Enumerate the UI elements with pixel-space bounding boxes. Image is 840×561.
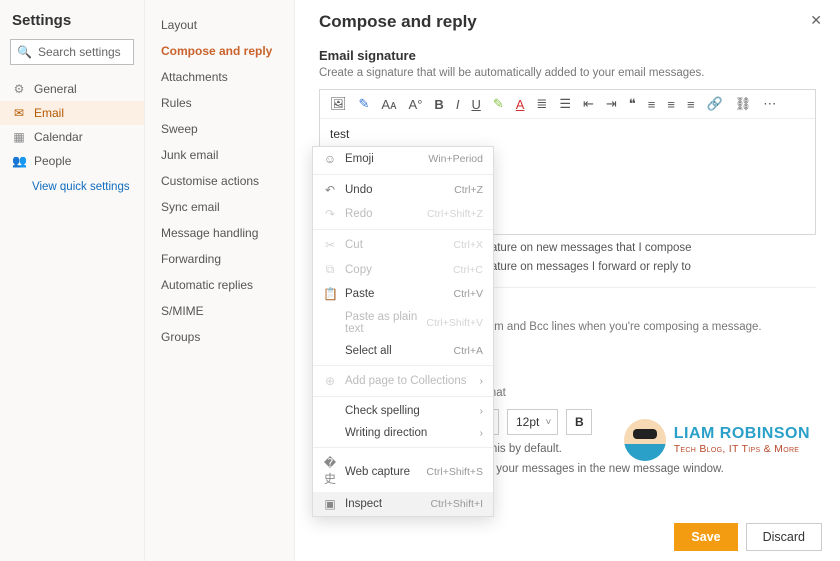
view-quick-settings-link[interactable]: View quick settings [0,173,144,193]
search-placeholder: Search settings [38,45,121,59]
subnav-sync-email[interactable]: Sync email [145,194,294,220]
more-icon[interactable]: ⋯ [763,96,776,112]
ctx-redo: ↷RedoCtrl+Shift+Z [313,202,493,226]
subnav-message-handling[interactable]: Message handling [145,220,294,246]
ctx-emoji[interactable]: ☺EmojiWin+Period [313,147,493,171]
email-icon: ✉ [12,106,26,120]
subnav-s/mime[interactable]: S/MIME [145,298,294,324]
nav-item-people[interactable]: 👥People [0,149,144,173]
ctx-undo[interactable]: ↶UndoCtrl+Z [313,178,493,202]
nav-item-email[interactable]: ✉Email [0,101,144,125]
bold-toggle[interactable]: B [566,409,592,435]
ctx-add-page-to-collections: ⊕Add page to Collections› [313,369,493,393]
ctx-web-capture[interactable]: �史Web captureCtrl+Shift+S [313,451,493,492]
subnav-compose-and-reply[interactable]: Compose and reply [145,38,294,64]
search-icon: 🔍 [17,45,32,59]
logo-name: LIAM ROBINSON [674,425,810,443]
discard-button[interactable]: Discard [746,523,822,551]
subnav-sweep[interactable]: Sweep [145,116,294,142]
numbering-icon[interactable]: ☰ [559,96,571,112]
signature-desc: Create a signature that will be automati… [319,67,816,79]
bold-icon[interactable]: B [434,97,443,112]
unlink-icon[interactable]: ⛓ [735,96,752,112]
pane-title: Compose and reply [319,12,816,32]
font-size-icon[interactable]: A° [409,97,423,112]
italic-icon[interactable]: I [456,97,460,112]
save-button[interactable]: Save [674,523,737,551]
ctx-check-spelling[interactable]: Check spelling› [313,400,493,422]
watermark-logo: LIAM ROBINSON Tech Blog, IT Tips & More [624,419,810,461]
subnav-groups[interactable]: Groups [145,324,294,350]
underline-icon[interactable]: U [471,97,480,112]
context-menu: ☺EmojiWin+Period ↶UndoCtrl+Z↷RedoCtrl+Shi… [312,146,494,517]
bullets-icon[interactable]: ≣ [536,96,547,112]
align-right-icon[interactable]: ≡ [687,97,695,112]
ctx-select-all[interactable]: Select allCtrl+A [313,340,493,362]
subnav-customise-actions[interactable]: Customise actions [145,168,294,194]
nav-item-general[interactable]: ⚙General [0,77,144,101]
chevron-right-icon: › [480,428,483,439]
ctx-cut: ✂CutCtrl+X [313,233,493,257]
font-size-select[interactable]: 12pt [507,409,558,435]
subnav-junk-email[interactable]: Junk email [145,142,294,168]
ctx-paste[interactable]: 📋PasteCtrl+V [313,282,493,306]
logo-tagline: Tech Blog, IT Tips & More [674,443,810,455]
format-painter-icon[interactable]: ✎ [359,96,370,112]
ctx-copy: ⧉CopyCtrl+C [313,257,493,282]
ctx-inspect[interactable]: ▣InspectCtrl+Shift+I [313,492,493,516]
calendar-icon: ▦ [12,130,26,144]
ctx-paste-as-plain-text: Paste as plain textCtrl+Shift+V [313,306,493,340]
subnav-attachments[interactable]: Attachments [145,64,294,90]
subnav-automatic-replies[interactable]: Automatic replies [145,272,294,298]
insert-image-icon[interactable]: 🖼 [330,96,347,112]
align-left-icon[interactable]: ≡ [648,97,656,112]
signature-heading: Email signature [319,48,816,63]
quote-icon[interactable]: ❝ [629,96,636,112]
outdent-icon[interactable]: ⇤ [583,96,594,112]
align-center-icon[interactable]: ≡ [667,97,675,112]
search-settings-input[interactable]: 🔍 Search settings [10,39,134,65]
people-icon: 👥 [12,154,26,168]
settings-title: Settings [0,8,144,39]
nav-item-calendar[interactable]: ▦Calendar [0,125,144,149]
close-icon[interactable]: ✕ [810,12,822,29]
avatar-icon [624,419,666,461]
subnav-rules[interactable]: Rules [145,90,294,116]
general-icon: ⚙ [12,82,26,96]
subnav-forwarding[interactable]: Forwarding [145,246,294,272]
chevron-right-icon: › [480,376,483,387]
font-family-icon[interactable]: Aᴀ [381,97,396,112]
highlight-icon[interactable]: ✎ [493,96,504,112]
chevron-right-icon: › [480,406,483,417]
ctx-writing-direction[interactable]: Writing direction› [313,422,493,444]
link-icon[interactable]: 🔗 [707,96,723,112]
subnav-layout[interactable]: Layout [145,12,294,38]
font-color-icon[interactable]: A [516,97,525,112]
indent-icon[interactable]: ⇥ [606,96,617,112]
